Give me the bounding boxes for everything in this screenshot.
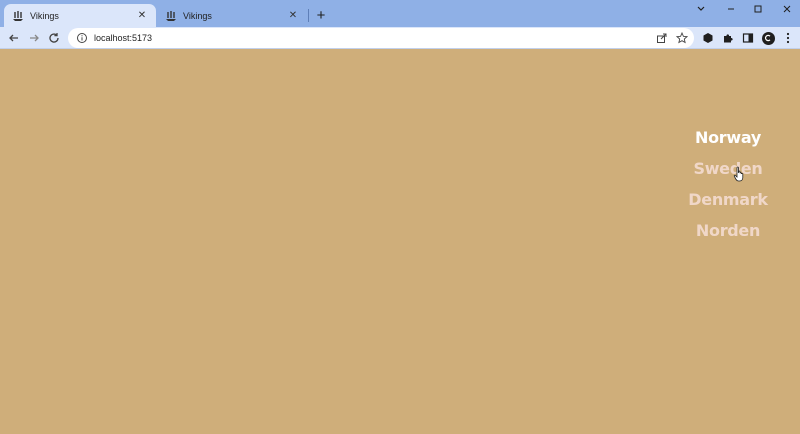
browser-toolbar: localhost:5173: [0, 27, 800, 49]
site-info-icon[interactable]: [76, 32, 88, 44]
maximize-icon[interactable]: [743, 0, 773, 18]
tab-search-icon[interactable]: [686, 0, 716, 18]
hand-cursor-icon: [733, 166, 744, 182]
address-bar[interactable]: localhost:5173: [68, 28, 694, 48]
nav-item-denmark[interactable]: Denmark: [688, 187, 768, 218]
close-tab-icon[interactable]: ✕: [287, 10, 299, 22]
tab-vikings-inactive[interactable]: Vikings ✕: [157, 4, 307, 27]
tab-title: Vikings: [183, 10, 212, 21]
tab-vikings-active[interactable]: Vikings ✕: [4, 4, 156, 27]
viking-ship-icon: [165, 10, 177, 22]
tab-separator: [308, 9, 309, 22]
nav-item-norway[interactable]: Norway: [688, 125, 768, 156]
reload-icon[interactable]: [45, 29, 63, 47]
profile-avatar-icon[interactable]: [760, 30, 776, 46]
side-panel-icon[interactable]: [740, 30, 756, 46]
back-arrow-icon[interactable]: [5, 29, 23, 47]
extensions-puzzle-icon[interactable]: [720, 30, 736, 46]
country-nav: Norway Sweden Denmark Norden: [648, 125, 768, 249]
close-tab-icon[interactable]: ✕: [136, 10, 148, 22]
viking-ship-icon: [12, 10, 24, 22]
new-tab-button[interactable]: +: [312, 6, 330, 24]
page-content: Norway Sweden Denmark Norden: [0, 49, 800, 434]
minimize-icon[interactable]: [716, 0, 746, 18]
bookmark-star-icon[interactable]: [674, 30, 690, 46]
extension-hexagon-icon[interactable]: [700, 30, 716, 46]
share-icon[interactable]: [654, 30, 670, 46]
nav-item-sweden[interactable]: Sweden: [688, 156, 768, 187]
browser-tab-strip: Vikings ✕ Vikings ✕ +: [0, 0, 800, 27]
menu-kebab-icon[interactable]: [780, 30, 796, 46]
address-url[interactable]: localhost:5173: [94, 33, 654, 43]
forward-arrow-icon[interactable]: [25, 29, 43, 47]
close-window-icon[interactable]: [772, 0, 800, 18]
nav-item-norden[interactable]: Norden: [688, 218, 768, 249]
tab-title: Vikings: [30, 10, 59, 21]
